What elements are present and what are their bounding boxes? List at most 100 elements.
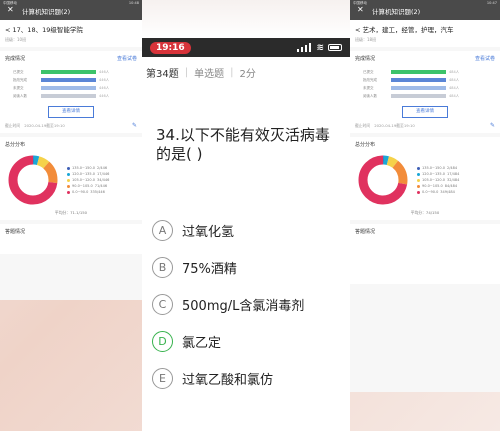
option-letter[interactable]: E bbox=[152, 368, 173, 389]
distribution-section: 总分分布 135.0~150.0 2/484 120.0~135.0 17/484 10… bbox=[350, 137, 500, 220]
completion-heading: 完成情况 bbox=[355, 56, 376, 62]
deadline-label: 截止时间 bbox=[5, 122, 21, 128]
legend-count: 2/484 bbox=[446, 166, 458, 170]
completion-bar-row: 批改完成 484人 bbox=[363, 76, 495, 84]
legend-dot bbox=[67, 184, 70, 188]
answer-heading: 答题情况 bbox=[5, 229, 26, 235]
bar-label: 批改完成 bbox=[13, 77, 27, 82]
donut-legend: 135.0~150.0 2/446 120.0~135.0 17/446 105.0~1… bbox=[67, 165, 109, 195]
score-donut-chart bbox=[8, 155, 58, 205]
legend-range: 120.0~135.0 bbox=[422, 172, 445, 176]
legend-range: 120.0~135.0 bbox=[72, 172, 95, 176]
distribution-heading: 总分分布 bbox=[355, 142, 376, 148]
view-paper-link[interactable]: 查看试卷 bbox=[475, 55, 495, 62]
legend-count: 71/446 bbox=[94, 184, 108, 188]
option-text: 氯乙定 bbox=[182, 336, 222, 351]
completion-bar-row: 未提交 484人 bbox=[363, 84, 495, 92]
status-bar: 19:16 ≋ bbox=[142, 38, 350, 57]
average-score: 平均分：71.1/150 bbox=[54, 210, 88, 215]
completion-section: 完成情况 查看试卷 已提交 446人 批改完成 446人 未提交 446人 阅读人数 446人… bbox=[0, 51, 142, 133]
class-header: < 艺术，建工，经管，护理，汽车 班级：18班 bbox=[350, 20, 500, 47]
view-paper-link[interactable]: 查看试卷 bbox=[117, 55, 137, 62]
back-arrow-icon[interactable]: < bbox=[5, 26, 10, 34]
legend-count: 335/446 bbox=[90, 190, 105, 194]
completion-bars: 已提交 484人 批改完成 484人 未提交 484人 阅读人数 484人 bbox=[355, 68, 495, 100]
view-details-button[interactable]: 查看详情 bbox=[402, 106, 448, 118]
view-details-button[interactable]: 查看详情 bbox=[48, 106, 94, 118]
legend-item: 0.0~90.0 335/446 bbox=[67, 189, 109, 195]
option-d[interactable]: D 氯乙定 bbox=[152, 323, 350, 360]
class-name: 艺术，建工，经管，护理，汽车 bbox=[362, 26, 454, 34]
completion-section: 完成情况 查看试卷 已提交 484人 批改完成 484人 未提交 484人 阅读人数 484人… bbox=[350, 51, 500, 133]
completion-bar-row: 阅读人数 446人 bbox=[13, 92, 137, 100]
completion-bar bbox=[391, 94, 446, 98]
legend-dot bbox=[67, 178, 70, 182]
deadline-row: 截止时间 2020-04-19截至19:10 ✎ bbox=[355, 122, 495, 129]
signal-icon bbox=[297, 43, 312, 52]
distribution-heading: 总分分布 bbox=[5, 142, 26, 148]
close-icon[interactable]: ✕ bbox=[7, 0, 14, 20]
battery-icon bbox=[328, 44, 342, 51]
deadline-label: 截止时间 bbox=[355, 122, 371, 128]
back-nav[interactable]: < 艺术，建工，经管，护理，汽车 bbox=[355, 24, 495, 34]
bar-value: 484人 bbox=[449, 69, 460, 74]
legend-count: 17/484 bbox=[446, 172, 460, 176]
legend-dot bbox=[417, 172, 420, 176]
bar-label: 已提交 bbox=[13, 69, 24, 74]
average-score: 平均分：74/150 bbox=[410, 210, 440, 215]
back-nav[interactable]: < 17、18、19级智能学院 bbox=[5, 24, 137, 34]
answer-heading: 答题情况 bbox=[355, 229, 376, 235]
bar-label: 阅读人数 bbox=[13, 93, 27, 98]
question-text: 34.以下不能有效灭活病毒的是( ) bbox=[156, 126, 330, 163]
deadline-value: 2020-04-19截至19:10 bbox=[24, 122, 65, 128]
completion-bar-row: 已提交 446人 bbox=[13, 68, 137, 76]
option-letter[interactable]: A bbox=[152, 220, 173, 241]
legend-dot bbox=[67, 166, 70, 170]
divider: | bbox=[230, 67, 234, 78]
page-title: 计算机知识题(2) bbox=[22, 8, 71, 16]
bar-label: 批改完成 bbox=[363, 77, 377, 82]
option-text: 过氧乙酸和氯仿 bbox=[182, 373, 274, 388]
option-e[interactable]: E 过氧乙酸和氯仿 bbox=[152, 360, 350, 397]
legend-count: 349/484 bbox=[440, 190, 455, 194]
completion-bar-row: 阅读人数 484人 bbox=[363, 92, 495, 100]
answer-options: A 过氧化氢 B 75%酒精 C 500mg/L含氯消毒剂 D 氯乙定 E 过氧… bbox=[142, 212, 350, 397]
option-letter[interactable]: D bbox=[152, 331, 173, 352]
option-letter[interactable]: B bbox=[152, 257, 173, 278]
clock-label: 10:47 bbox=[486, 1, 497, 5]
title-bar: 中国移动 10:48 ✕ 计算机知识题(2) bbox=[0, 0, 142, 20]
deadline-row: 截止时间 2020-04-19截至19:10 ✎ bbox=[5, 122, 137, 129]
question-type: 单选题 bbox=[194, 69, 225, 80]
question-header: 第34题 | 单选题 | 2分 bbox=[142, 57, 350, 80]
option-letter[interactable]: C bbox=[152, 294, 173, 315]
legend-count: 2/446 bbox=[96, 166, 108, 170]
legend-range: 135.0~150.0 bbox=[422, 166, 445, 170]
legend-dot bbox=[417, 178, 420, 182]
option-a[interactable]: A 过氧化氢 bbox=[152, 212, 350, 249]
question-points: 2分 bbox=[239, 69, 256, 80]
bar-value: 484人 bbox=[449, 77, 460, 82]
class-name: 17、18、19级智能学院 bbox=[12, 26, 83, 34]
legend-item: 0.0~90.0 349/484 bbox=[417, 189, 459, 195]
completion-bar bbox=[41, 94, 96, 98]
title-bar: 中国移动 10:47 ✕ 计算机知识题(2) bbox=[350, 0, 500, 20]
wifi-icon: ≋ bbox=[316, 42, 324, 53]
close-icon[interactable]: ✕ bbox=[357, 0, 364, 20]
clock-label: 19:16 bbox=[150, 41, 191, 54]
option-b[interactable]: B 75%酒精 bbox=[152, 249, 350, 286]
option-c[interactable]: C 500mg/L含氯消毒剂 bbox=[152, 286, 350, 323]
completion-bar-row: 批改完成 446人 bbox=[13, 76, 137, 84]
completion-bar bbox=[41, 86, 96, 90]
answer-section: 答题情况 bbox=[0, 224, 142, 254]
legend-range: 0.0~90.0 bbox=[72, 190, 89, 194]
completion-heading: 完成情况 bbox=[5, 56, 26, 62]
option-text: 500mg/L含氯消毒剂 bbox=[182, 299, 305, 314]
back-arrow-icon[interactable]: < bbox=[355, 26, 360, 34]
bar-label: 未提交 bbox=[363, 85, 374, 90]
edit-icon[interactable]: ✎ bbox=[490, 122, 495, 129]
completion-bar bbox=[391, 86, 446, 90]
distribution-section: 总分分布 135.0~150.0 2/446 120.0~135.0 17/446 10… bbox=[0, 137, 142, 220]
completion-bars: 已提交 446人 批改完成 446人 未提交 446人 阅读人数 446人 bbox=[5, 68, 137, 100]
bar-label: 阅读人数 bbox=[363, 93, 377, 98]
edit-icon[interactable]: ✎ bbox=[132, 122, 137, 129]
